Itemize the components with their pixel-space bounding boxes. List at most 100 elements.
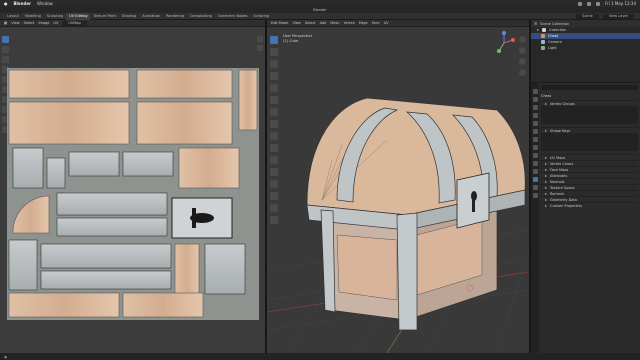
tool-tab-icon[interactable]: [532, 89, 538, 94]
outliner-row[interactable]: Light: [531, 45, 640, 51]
world-tab-icon[interactable]: [532, 129, 538, 134]
viewport-menu-face[interactable]: Face: [372, 21, 380, 25]
expand-arrow-icon: [545, 180, 547, 183]
apple-icon[interactable]: ●: [4, 1, 8, 6]
select-tool-icon[interactable]: [2, 36, 9, 43]
viewport-menu-view[interactable]: View: [292, 21, 300, 25]
properties-body: Chest Vertex Groups Shape Keys UV Maps V…: [541, 85, 638, 208]
view-layer-tab-icon[interactable]: [532, 113, 538, 118]
constraints-tab-icon[interactable]: [532, 169, 538, 174]
move-icon[interactable]: [270, 60, 278, 68]
material-tab-icon[interactable]: [532, 185, 538, 190]
smooth-icon[interactable]: [270, 216, 278, 224]
physics-tab-icon[interactable]: [532, 161, 538, 166]
tab-geometry-nodes[interactable]: Geometry Nodes: [215, 13, 251, 20]
tab-uv-editing[interactable]: UV Editing: [66, 12, 91, 20]
tab-shading[interactable]: Shading: [119, 13, 139, 20]
texture-tab-icon[interactable]: [532, 193, 538, 198]
tab-animation[interactable]: Animation: [139, 13, 163, 20]
render-tab-icon[interactable]: [532, 97, 538, 102]
modifier-tab-icon[interactable]: [532, 145, 538, 150]
select-box-icon[interactable]: [270, 36, 278, 44]
clock[interactable]: Fri 1 May 13:34: [605, 1, 636, 6]
tab-compositing[interactable]: Compositing: [187, 13, 215, 20]
viewport-toolbar: [270, 36, 279, 224]
uv-map-field[interactable]: UVMap: [62, 20, 87, 26]
control-center-icon[interactable]: [596, 1, 601, 6]
expand-arrow-icon[interactable]: [537, 29, 539, 31]
expand-arrow-icon: [545, 156, 547, 159]
expand-arrow-icon: [545, 192, 547, 195]
perspective-toggle-icon[interactable]: [519, 69, 526, 76]
viewport-menu-edge[interactable]: Edge: [359, 21, 368, 25]
poly-build-icon[interactable]: [270, 192, 278, 200]
expand-arrow-icon: [545, 174, 547, 177]
rotate-icon[interactable]: [270, 72, 278, 80]
uv-menu-image[interactable]: Image: [38, 21, 49, 25]
cursor-tool-icon[interactable]: [2, 46, 9, 53]
zoom-icon[interactable]: [257, 36, 263, 42]
battery-icon[interactable]: [587, 1, 592, 6]
scene-tab-icon[interactable]: [532, 121, 538, 126]
outliner-editor-icon[interactable]: ☰: [534, 22, 537, 26]
uv-canvas[interactable]: [7, 68, 259, 320]
tab-texture-paint[interactable]: Texture Paint: [90, 13, 119, 20]
inset-icon[interactable]: [270, 144, 278, 152]
viewport-navigation: [519, 36, 526, 76]
mode-selector[interactable]: Edit Mode: [271, 21, 288, 25]
expand-arrow-icon: [545, 186, 547, 189]
scale-icon[interactable]: [270, 84, 278, 92]
outliner-row-label: Chest: [548, 34, 559, 38]
expand-arrow-icon: [545, 162, 547, 165]
section-custom-properties[interactable]: Custom Properties: [541, 202, 638, 208]
tab-modeling[interactable]: Modeling: [22, 13, 44, 20]
mouse-hint-icon: ◉: [4, 354, 8, 359]
bevel-icon[interactable]: [270, 156, 278, 164]
output-tab-icon[interactable]: [532, 105, 538, 110]
app-menu[interactable]: Blender: [14, 1, 32, 6]
data-tab-icon[interactable]: [532, 177, 538, 182]
scene-selector[interactable]: Scene: [576, 13, 599, 19]
zoom-icon[interactable]: [519, 36, 526, 43]
measure-icon[interactable]: [270, 120, 278, 128]
hand-pan-icon[interactable]: [519, 47, 526, 54]
wifi-icon[interactable]: [578, 1, 583, 6]
annotate-icon[interactable]: [270, 108, 278, 116]
particles-tab-icon[interactable]: [532, 153, 538, 158]
3d-viewport[interactable]: Edit Mode View Select Add Mesh Vertex Ed…: [267, 20, 529, 353]
outliner-header: ☰ Scene Collection: [531, 20, 640, 27]
mesh-name-field[interactable]: Chest: [541, 94, 638, 98]
vertex-groups-list[interactable]: [541, 106, 638, 124]
pan-icon[interactable]: [257, 45, 263, 51]
properties-search-input[interactable]: [541, 85, 638, 90]
camera-view-icon[interactable]: [519, 58, 526, 65]
viewport-menu-select[interactable]: Select: [305, 21, 316, 25]
expand-arrow-icon: [545, 168, 547, 171]
object-tab-icon[interactable]: [532, 137, 538, 142]
window-menu[interactable]: Window: [37, 1, 53, 6]
spin-icon[interactable]: [270, 204, 278, 212]
tab-rendering[interactable]: Rendering: [163, 13, 187, 20]
cursor-icon[interactable]: [270, 48, 278, 56]
extrude-icon[interactable]: [270, 132, 278, 140]
uv-menu-view[interactable]: View: [11, 21, 19, 25]
navigation-gizmo-icon[interactable]: [491, 30, 517, 56]
loop-cut-icon[interactable]: [270, 168, 278, 176]
viewport-menu-add[interactable]: Add: [320, 21, 327, 25]
outliner: ☰ Scene Collection Collection Chest Came…: [531, 20, 640, 82]
viewport-menu-vertex[interactable]: Vertex: [344, 21, 355, 25]
view-layer-selector[interactable]: View Layer: [602, 13, 634, 19]
tab-layout[interactable]: Layout: [4, 13, 22, 20]
shape-keys-list[interactable]: [541, 133, 638, 151]
tab-sculpting[interactable]: Sculpting: [44, 13, 66, 20]
editor-type-icon[interactable]: ▦: [4, 21, 7, 25]
knife-icon[interactable]: [270, 180, 278, 188]
viewport-overlay-text: User Perspective (1) Cube: [283, 34, 312, 44]
viewport-menu-mesh[interactable]: Mesh: [330, 21, 339, 25]
viewport-menu-uv[interactable]: UV: [384, 21, 389, 25]
uv-menu-uv[interactable]: UV: [53, 21, 58, 25]
move-tool-icon[interactable]: [2, 56, 9, 63]
uv-menu-select[interactable]: Select: [24, 21, 35, 25]
transform-icon[interactable]: [270, 96, 278, 104]
tab-scripting[interactable]: Scripting: [250, 13, 272, 20]
